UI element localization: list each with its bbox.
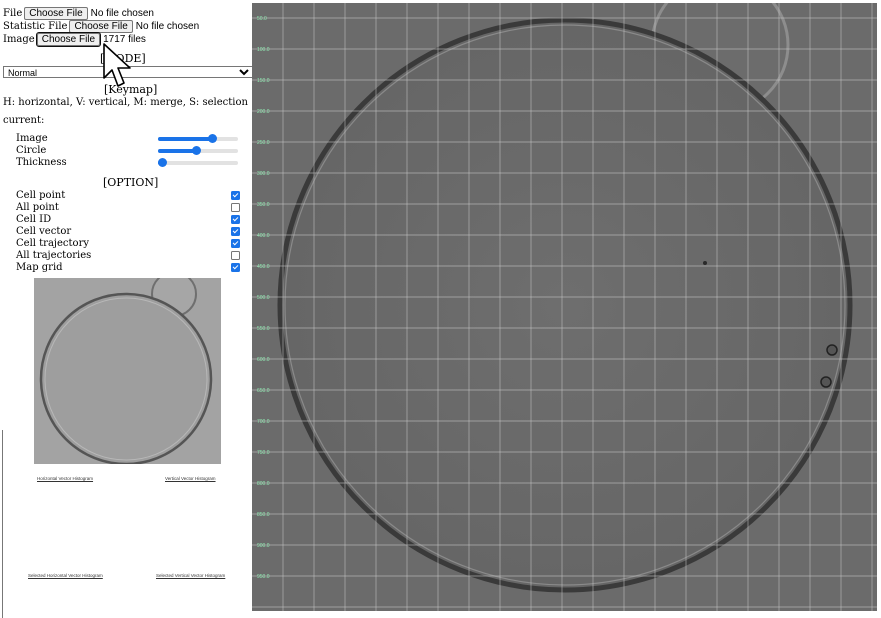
option-all-trajectories-label: All trajectories xyxy=(16,250,92,261)
image-slider-label: Image xyxy=(16,133,48,144)
slider-fill xyxy=(158,149,196,153)
option-map-grid-label: Map grid xyxy=(16,262,63,273)
image-slider[interactable] xyxy=(158,134,238,143)
slider-fill xyxy=(158,137,213,141)
main-image-view[interactable]: 50.0 100.0 150.0 200.0 250.0 300.0 350.0 400.0 4… xyxy=(252,3,877,611)
file-choose-button[interactable]: Choose File xyxy=(24,7,88,20)
option-cell-vector-checkbox[interactable] xyxy=(231,227,240,236)
circle-slider-label: Circle xyxy=(16,145,47,156)
y-axis-label: 600.0 xyxy=(257,357,270,363)
y-axis-label: 250.0 xyxy=(257,140,270,146)
cell-bubble xyxy=(826,344,838,356)
hand-pointer-cursor-icon xyxy=(103,43,131,87)
option-cell-id-label: Cell ID xyxy=(16,214,52,225)
circle-slider[interactable] xyxy=(158,146,238,155)
current-label: current: xyxy=(3,115,45,126)
file-label: File xyxy=(3,8,23,19)
vertical-histogram-label: Vertical Vector Histogram xyxy=(165,476,216,481)
y-axis-label: 200.0 xyxy=(257,109,270,115)
cell-bubble xyxy=(820,376,832,388)
option-cell-id-checkbox[interactable] xyxy=(231,215,240,224)
file-input-row: File Choose File No file chosen xyxy=(3,7,154,20)
option-map-grid-checkbox[interactable] xyxy=(231,263,240,272)
y-axis-label: 950.0 xyxy=(257,574,270,580)
horizontal-histogram-label: Horizontal Vector Histogram xyxy=(37,476,94,481)
file-status: No file chosen xyxy=(90,8,154,19)
image-label: Image xyxy=(3,34,35,45)
y-axis-label: 150.0 xyxy=(257,78,270,84)
main-image-canvas[interactable]: 50.0 100.0 150.0 200.0 250.0 300.0 350.0 400.0 4… xyxy=(252,3,877,611)
statistic-file-input-row: Statistic File Choose File No file chosen xyxy=(3,20,199,33)
thumbnail-svg xyxy=(34,278,221,464)
keymap-text: H: horizontal, V: vertical, M: merge, S:… xyxy=(3,97,248,108)
statistic-file-label: Statistic File xyxy=(3,21,68,32)
y-axis-label: 400.0 xyxy=(257,233,270,239)
option-cell-point-label: Cell point xyxy=(16,190,66,201)
selected-horizontal-histogram-label: Selected Horizontal Vector Histogram xyxy=(28,573,103,578)
option-all-point-checkbox[interactable] xyxy=(231,203,240,212)
y-axis-label: 100.0 xyxy=(257,47,270,53)
slider-thumb[interactable] xyxy=(208,134,218,143)
y-axis-label: 450.0 xyxy=(257,264,270,270)
cell-particle xyxy=(703,261,707,265)
option-cell-trajectory-checkbox[interactable] xyxy=(231,239,240,248)
thickness-slider-label: Thickness xyxy=(16,157,67,168)
statistic-file-status: No file chosen xyxy=(135,21,200,32)
y-axis-label: 300.0 xyxy=(257,171,270,177)
statistic-file-choose-button[interactable]: Choose File xyxy=(69,20,133,33)
option-all-point-label: All point xyxy=(16,202,59,213)
option-cell-vector-label: Cell vector xyxy=(16,226,72,237)
slider-thumb[interactable] xyxy=(158,158,167,167)
selected-vertical-histogram-label: Selected Vertical Vector Histogram xyxy=(156,573,226,578)
y-axis-label: 900.0 xyxy=(257,543,270,549)
option-cell-point-checkbox[interactable] xyxy=(231,191,240,200)
option-all-trajectories-checkbox[interactable] xyxy=(231,251,240,260)
thumbnail-image[interactable] xyxy=(34,278,221,464)
slider-thumb[interactable] xyxy=(191,146,201,155)
option-cell-trajectory-label: Cell trajectory xyxy=(16,238,89,249)
y-axis-label: 850.0 xyxy=(257,512,270,518)
y-axis-label: 50.0 xyxy=(257,16,267,22)
y-axis-label: 350.0 xyxy=(257,202,270,208)
option-header: [OPTION] xyxy=(103,176,159,189)
y-axis-label: 500.0 xyxy=(257,295,270,301)
cell-boundary xyxy=(277,17,853,593)
y-axis-label: 650.0 xyxy=(257,388,270,394)
left-panel-border xyxy=(2,430,3,618)
y-axis-label: 550.0 xyxy=(257,326,270,332)
y-axis-label: 800.0 xyxy=(257,481,270,487)
image-choose-button[interactable]: Choose File xyxy=(35,32,102,47)
thickness-slider[interactable] xyxy=(158,158,238,167)
y-axis-label: 750.0 xyxy=(257,450,270,456)
y-axis-label: 700.0 xyxy=(257,419,270,425)
slider-track xyxy=(158,161,238,165)
